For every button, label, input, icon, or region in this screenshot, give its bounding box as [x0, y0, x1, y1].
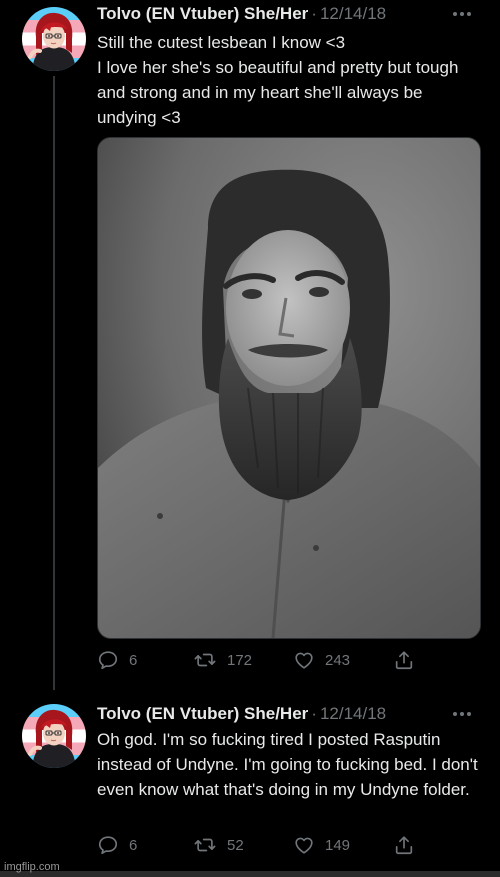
retweet-count: 52	[227, 836, 244, 854]
author-name[interactable]: Tolvo (EN Vtuber) She/Her	[97, 704, 308, 724]
reply-icon	[97, 649, 119, 671]
tweet-photo[interactable]	[97, 137, 481, 639]
tweet-text-line: Oh god. I'm so fucking tired I posted Ra…	[97, 730, 478, 799]
tweet-text: Oh god. I'm so fucking tired I posted Ra…	[97, 727, 486, 802]
like-button[interactable]: 149	[293, 833, 350, 857]
header-separator: ·	[311, 4, 317, 23]
share-button[interactable]	[393, 833, 425, 857]
tweet-actions: 6 52 149	[97, 833, 427, 857]
tweet-actions: 6 172 243	[97, 648, 427, 672]
retweet-button[interactable]: 172	[193, 648, 252, 672]
like-button[interactable]: 243	[293, 648, 350, 672]
tweet-2[interactable]: Tolvo (EN Vtuber) She/Her · 12/14/18 Oh …	[0, 700, 500, 870]
reply-button[interactable]: 6	[97, 648, 137, 672]
tweet-1[interactable]: Tolvo (EN Vtuber) She/Her · 12/14/18 Sti…	[0, 0, 500, 680]
reply-button[interactable]: 6	[97, 833, 137, 857]
watermark: imgflip.com	[4, 861, 60, 873]
tweet-date[interactable]: 12/14/18	[320, 704, 386, 724]
tweet-text-line: Still the cutest lesbean I know <3	[97, 33, 346, 52]
like-count: 149	[325, 836, 351, 854]
tweet-date[interactable]: 12/14/18	[320, 4, 386, 24]
tweet-header: Tolvo (EN Vtuber) She/Her · 12/14/18	[97, 703, 480, 725]
more-icon[interactable]	[450, 3, 474, 25]
tweet-text: Still the cutest lesbean I know <3 I lov…	[97, 30, 486, 130]
avatar[interactable]	[22, 7, 86, 71]
avatar[interactable]	[22, 704, 86, 768]
reply-icon	[97, 834, 119, 856]
share-icon	[393, 834, 415, 856]
bottom-bar	[0, 871, 500, 877]
like-count: 243	[325, 651, 351, 669]
like-icon	[293, 649, 315, 671]
retweet-icon	[193, 834, 217, 856]
like-icon	[293, 834, 315, 856]
photo-of-bearded-man	[98, 138, 480, 638]
retweet-count: 172	[227, 651, 253, 669]
tweet-header: Tolvo (EN Vtuber) She/Her · 12/14/18	[97, 3, 480, 25]
reply-count: 6	[129, 836, 138, 854]
reply-count: 6	[129, 651, 138, 669]
header-separator: ·	[311, 704, 317, 723]
author-name[interactable]: Tolvo (EN Vtuber) She/Her	[97, 4, 308, 24]
retweet-button[interactable]: 52	[193, 833, 244, 857]
share-button[interactable]	[393, 648, 425, 672]
tweet-text-line: I love her she's so beautiful and pretty…	[97, 58, 459, 127]
share-icon	[393, 649, 415, 671]
more-icon[interactable]	[450, 703, 474, 725]
retweet-icon	[193, 649, 217, 671]
